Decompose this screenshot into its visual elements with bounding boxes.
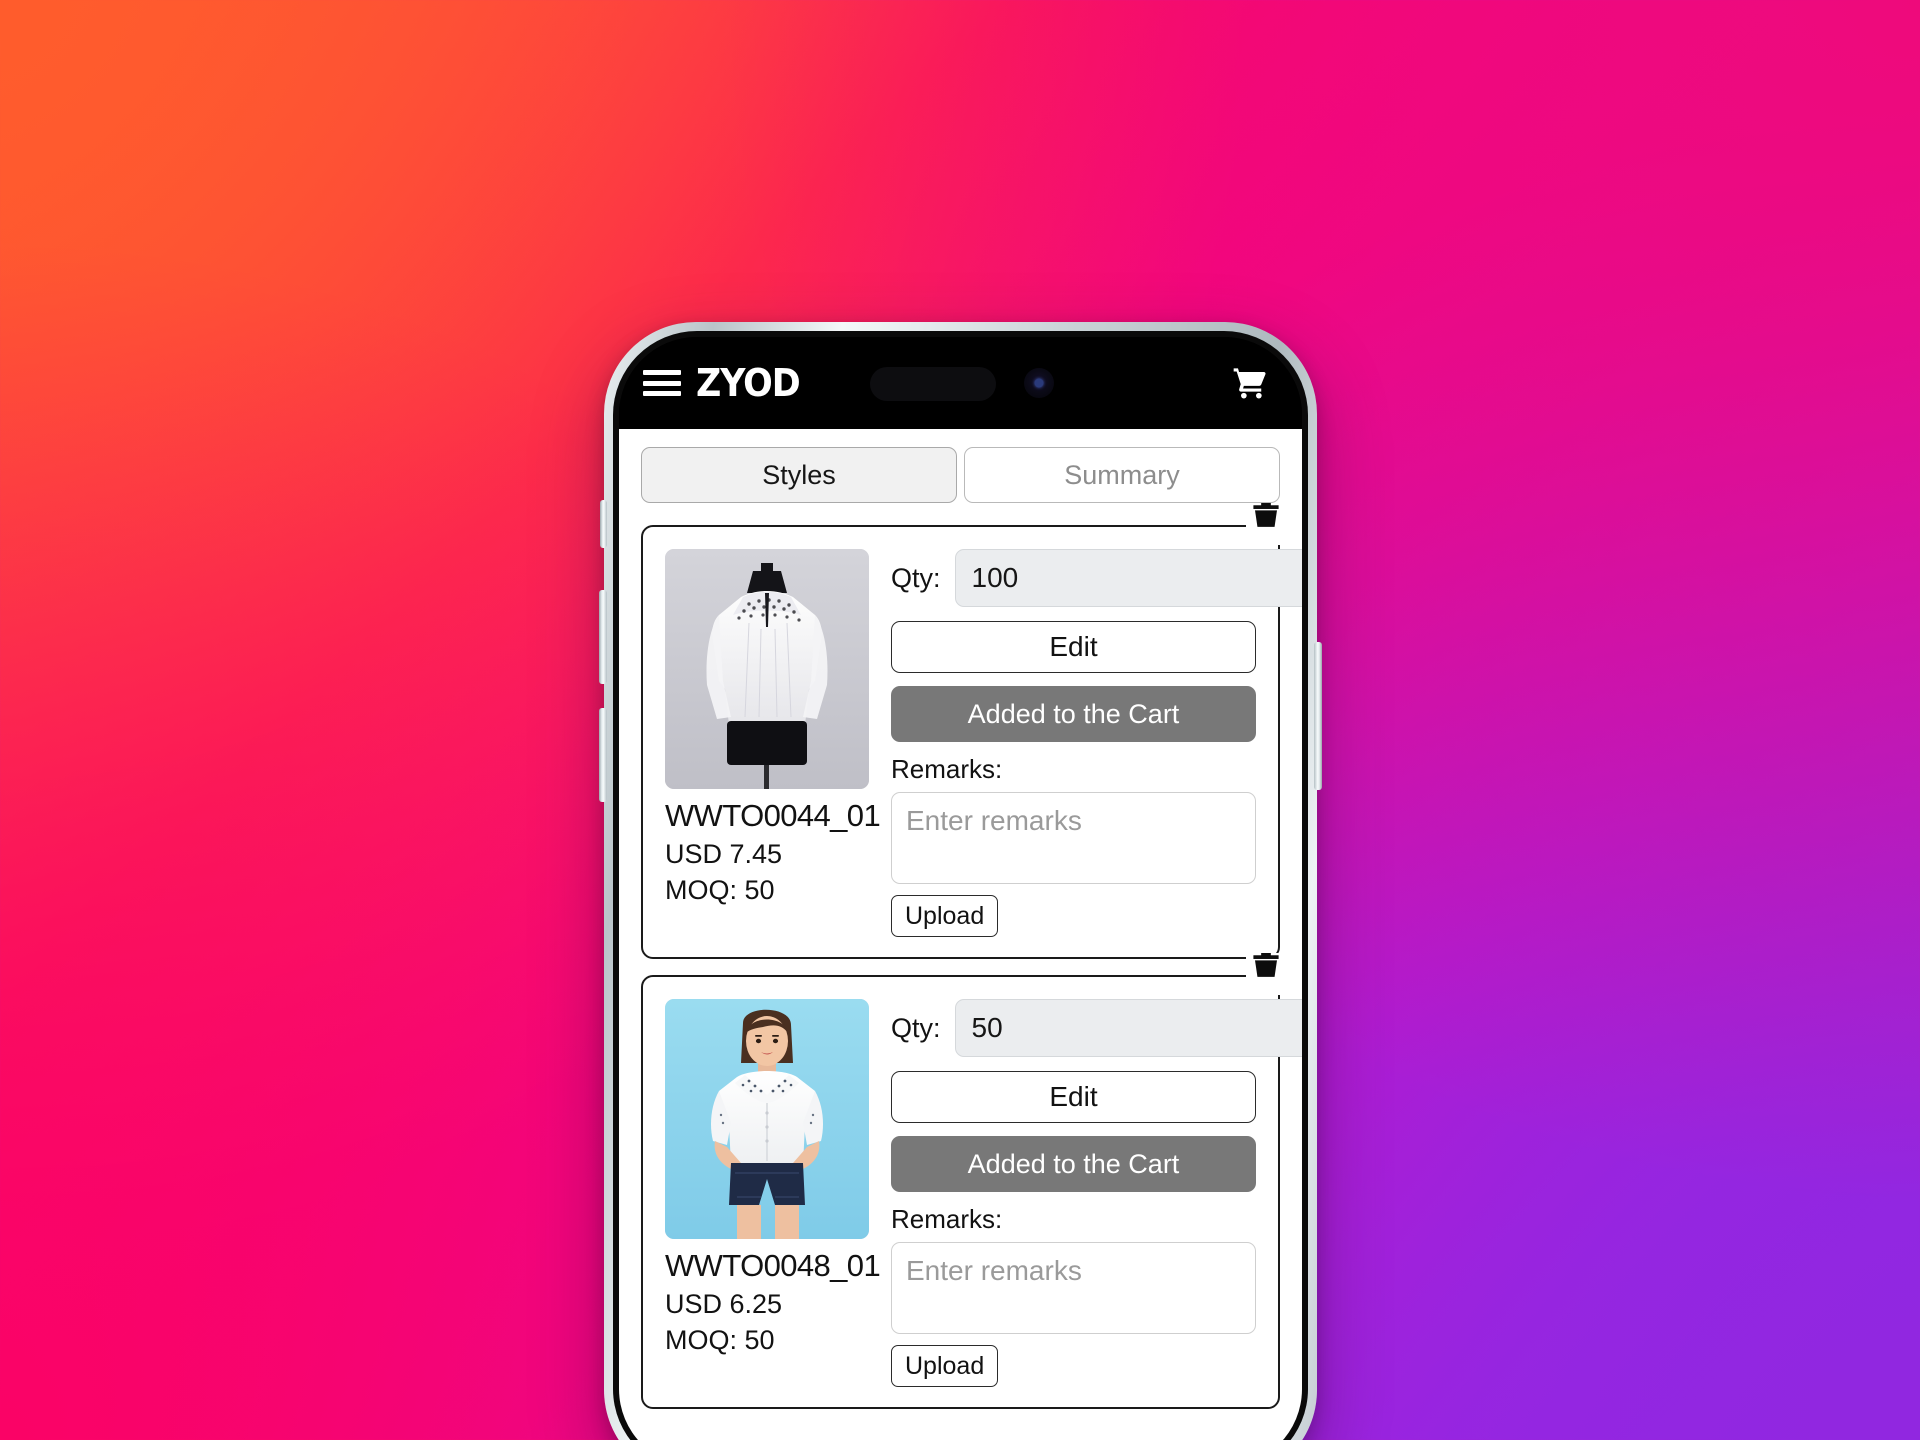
added-to-cart-button[interactable]: Added to the Cart: [891, 1136, 1256, 1192]
product-thumbnail[interactable]: [665, 549, 869, 789]
volume-down-button[interactable]: [599, 708, 607, 802]
app-content-area: Styles Summary WWTO0044_01 USD 7.45 MOQ:…: [619, 429, 1302, 1440]
remarks-textarea[interactable]: [891, 1242, 1256, 1334]
product-info-column: WWTO0048_01 USD 6.25 MOQ: 50: [665, 999, 881, 1387]
product-controls-column: Qty: Edit Added to the Cart Remarks: Upl…: [891, 999, 1302, 1387]
tab-styles[interactable]: Styles: [641, 447, 957, 503]
top-navigation-bar: ZYOD: [619, 337, 1302, 429]
product-style-code: WWTO0044_01: [665, 798, 881, 833]
product-info-column: WWTO0044_01 USD 7.45 MOQ: 50: [665, 549, 881, 937]
product-moq: MOQ: 50: [665, 1325, 775, 1355]
phone-mockup: ZYOD Styles Summary WWTO0044_01 USD 7.45…: [599, 322, 1322, 1440]
product-card-wrapper: WWTO0044_01 USD 7.45 MOQ: 50 Qty: Edit A…: [641, 503, 1302, 959]
power-button[interactable]: [1314, 642, 1322, 790]
quantity-label: Qty:: [891, 562, 941, 593]
product-thumbnail[interactable]: [665, 999, 869, 1239]
quantity-row: Qty:: [891, 999, 1302, 1057]
tab-summary[interactable]: Summary: [964, 447, 1280, 503]
mute-switch-button[interactable]: [600, 500, 607, 548]
volume-up-button[interactable]: [599, 590, 607, 684]
edit-button[interactable]: Edit: [891, 1071, 1256, 1123]
product-price: USD 6.25: [665, 1289, 783, 1319]
product-card: WWTO0044_01 USD 7.45 MOQ: 50 Qty: Edit A…: [641, 525, 1302, 959]
phone-screen: ZYOD Styles Summary WWTO0044_01 USD 7.45…: [619, 337, 1302, 1440]
edit-button[interactable]: Edit: [891, 621, 1256, 673]
upload-button[interactable]: Upload: [891, 1345, 999, 1387]
trash-delete-icon[interactable]: [1246, 953, 1286, 995]
quantity-input[interactable]: [954, 549, 1302, 607]
phone-bezel: ZYOD Styles Summary WWTO0044_01 USD 7.45…: [613, 331, 1308, 1440]
dynamic-island: [869, 367, 996, 401]
product-card: WWTO0048_01 USD 6.25 MOQ: 50 Qty: Edit A…: [641, 975, 1302, 1409]
product-style-code: WWTO0048_01: [665, 1248, 881, 1283]
product-card-wrapper: WWTO0048_01 USD 6.25 MOQ: 50 Qty: Edit A…: [641, 953, 1302, 1409]
quantity-input[interactable]: [954, 999, 1302, 1057]
product-price: USD 7.45: [665, 839, 783, 869]
trash-delete-icon[interactable]: [1246, 503, 1286, 545]
quantity-row: Qty:: [891, 549, 1302, 607]
remarks-label: Remarks:: [891, 1204, 1003, 1234]
quantity-label: Qty:: [891, 1012, 941, 1043]
product-moq: MOQ: 50: [665, 875, 775, 905]
shopping-cart-icon[interactable]: [1228, 361, 1272, 405]
brand-logo: ZYOD: [695, 361, 801, 405]
hamburger-menu-icon[interactable]: [643, 370, 681, 396]
upload-button[interactable]: Upload: [891, 895, 999, 937]
added-to-cart-button[interactable]: Added to the Cart: [891, 686, 1256, 742]
remarks-textarea[interactable]: [891, 792, 1256, 884]
remarks-label: Remarks:: [891, 754, 1003, 784]
tab-bar: Styles Summary: [641, 447, 1280, 503]
front-camera-icon: [1023, 368, 1054, 398]
product-controls-column: Qty: Edit Added to the Cart Remarks: Upl…: [891, 549, 1302, 937]
